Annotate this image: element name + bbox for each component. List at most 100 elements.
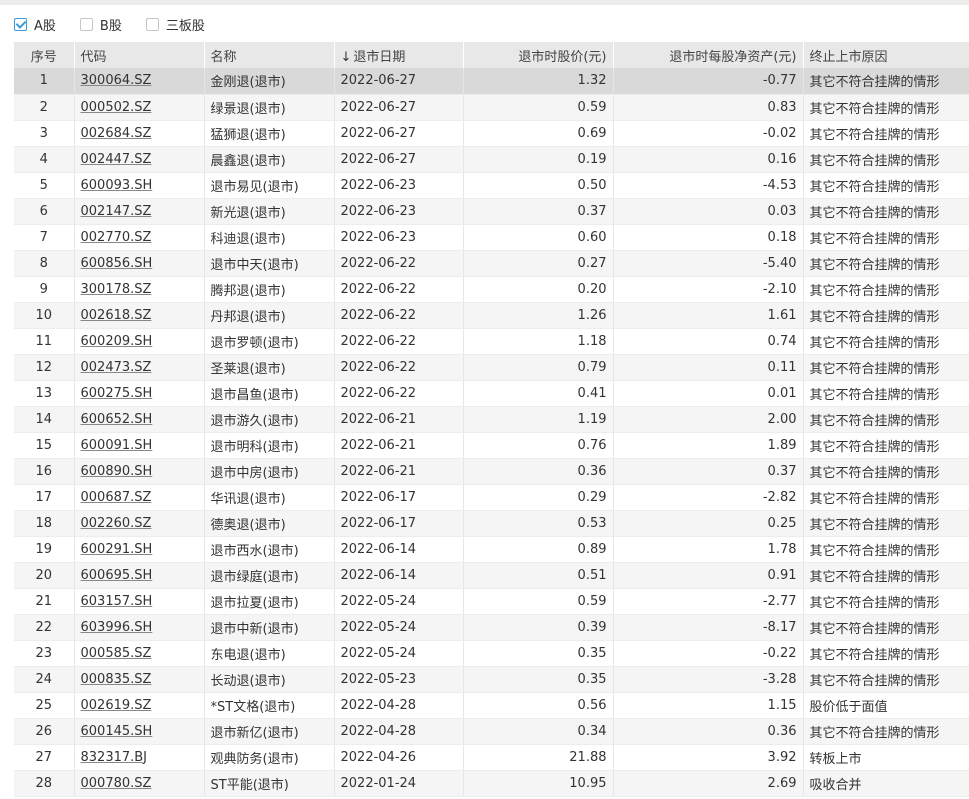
table-row[interactable]: 12 002473.SZ 圣莱退(退市) 2022-06-22 0.79 0.11 其它不符… xyxy=(14,354,969,381)
cell-price: 0.39 xyxy=(463,614,614,641)
table-row[interactable]: 9 300178.SZ 腾邦退(退市) 2022-06-22 0.20 -2.10 其它不符… xyxy=(14,276,969,303)
cell-nav: 0.03 xyxy=(613,198,804,225)
cell-date: 2022-05-24 xyxy=(334,614,464,641)
table-row[interactable]: 18 002260.SZ 德奥退(退市) 2022-06-17 0.53 0.25 其它不符… xyxy=(14,510,969,537)
stock-code-link[interactable]: 002447.SZ xyxy=(81,152,152,167)
stock-code-link[interactable]: 002473.SZ xyxy=(81,360,152,375)
header-date[interactable]: ↓ 退市日期 xyxy=(334,42,464,68)
stock-code-link[interactable]: 000780.SZ xyxy=(81,776,152,791)
cell-nav: -0.02 xyxy=(613,120,804,147)
table-row[interactable]: 20 600695.SH 退市绿庭(退市) 2022-06-14 0.51 0.91 其它不… xyxy=(14,562,969,589)
table-row[interactable]: 5 600093.SH 退市易见(退市) 2022-06-23 0.50 -4.53 其它不… xyxy=(14,172,969,199)
cell-price: 0.76 xyxy=(463,432,614,459)
table-row[interactable]: 13 600275.SH 退市昌鱼(退市) 2022-06-22 0.41 0.01 其它不… xyxy=(14,380,969,407)
header-seq[interactable]: 序号 xyxy=(14,42,75,68)
cell-code: 002684.SZ xyxy=(74,120,205,147)
table-row[interactable]: 11 600209.SH 退市罗顿(退市) 2022-06-22 1.18 0.74 其它不… xyxy=(14,328,969,355)
stock-code-link[interactable]: 000585.SZ xyxy=(81,646,152,661)
cell-date: 2022-06-23 xyxy=(334,224,464,251)
filter-neeq[interactable]: 三板股 xyxy=(145,15,205,34)
stock-code-link[interactable]: 002684.SZ xyxy=(81,126,152,141)
cell-code: 002473.SZ xyxy=(74,354,205,381)
table-row[interactable]: 25 002619.SZ *ST文格(退市) 2022-04-28 0.56 1.15 股价… xyxy=(14,692,969,719)
cell-code: 000687.SZ xyxy=(74,484,205,511)
stock-code-link[interactable]: 600275.SH xyxy=(81,386,153,401)
cell-code: 000502.SZ xyxy=(74,94,205,121)
table-row[interactable]: 7 002770.SZ 科迪退(退市) 2022-06-23 0.60 0.18 其它不符合… xyxy=(14,224,969,251)
cell-name: 晨鑫退(退市) xyxy=(204,146,335,173)
stock-code-link[interactable]: 002618.SZ xyxy=(81,308,152,323)
cell-nav: -5.40 xyxy=(613,250,804,277)
cell-seq: 18 xyxy=(14,510,75,537)
table-row[interactable]: 14 600652.SH 退市游久(退市) 2022-06-21 1.19 2.00 其它不… xyxy=(14,406,969,433)
table-row[interactable]: 16 600890.SH 退市中房(退市) 2022-06-21 0.36 0.37 其它不… xyxy=(14,458,969,485)
table-row[interactable]: 21 603157.SH 退市拉夏(退市) 2022-05-24 0.59 -2.77 其它… xyxy=(14,588,969,615)
cell-seq: 3 xyxy=(14,120,75,147)
stock-code-link[interactable]: 600890.SH xyxy=(81,464,153,479)
cell-name: 丹邦退(退市) xyxy=(204,302,335,329)
table-row[interactable]: 17 000687.SZ 华讯退(退市) 2022-06-17 0.29 -2.82 其它不… xyxy=(14,484,969,511)
cell-date: 2022-06-27 xyxy=(334,68,464,95)
table-row[interactable]: 2 000502.SZ 绿景退(退市) 2022-06-27 0.59 0.83 其它不符合… xyxy=(14,94,969,121)
stock-code-link[interactable]: 603996.SH xyxy=(81,620,153,635)
stock-code-link[interactable]: 600856.SH xyxy=(81,256,153,271)
stock-code-link[interactable]: 600695.SH xyxy=(81,568,153,583)
checkbox-b-share[interactable] xyxy=(79,17,93,31)
table-row[interactable]: 15 600091.SH 退市明科(退市) 2022-06-21 0.76 1.89 其它不… xyxy=(14,432,969,459)
filter-a-share[interactable]: A股 xyxy=(14,15,56,34)
table-row[interactable]: 28 000780.SZ ST平能(退市) 2022-01-24 10.95 2.69 吸收… xyxy=(14,770,969,797)
checkbox-neeq[interactable] xyxy=(145,17,159,31)
stock-code-link[interactable]: 600652.SH xyxy=(81,412,153,427)
table-row[interactable]: 23 000585.SZ 东电退(退市) 2022-05-24 0.35 -0.22 其它不… xyxy=(14,640,969,667)
stock-code-link[interactable]: 600209.SH xyxy=(81,334,153,349)
header-reason[interactable]: 终止上市原因 xyxy=(803,42,969,68)
filter-b-share[interactable]: B股 xyxy=(79,15,122,34)
cell-name: ST平能(退市) xyxy=(204,770,335,797)
stock-code-link[interactable]: 603157.SH xyxy=(81,594,153,609)
stock-code-link[interactable]: 300178.SZ xyxy=(81,282,152,297)
stock-code-link[interactable]: 600093.SH xyxy=(81,178,153,193)
cell-price: 0.37 xyxy=(463,198,614,225)
cell-nav: 0.37 xyxy=(613,458,804,485)
cell-reason: 其它不符合挂牌的情形 xyxy=(803,614,969,641)
cell-date: 2022-05-24 xyxy=(334,640,464,667)
stock-code-link[interactable]: 300064.SZ xyxy=(81,73,152,88)
table-row[interactable]: 27 832317.BJ 观典防务(退市) 2022-04-26 21.88 3.92 转板… xyxy=(14,744,969,771)
table-row[interactable]: 10 002618.SZ 丹邦退(退市) 2022-06-22 1.26 1.61 其它不符… xyxy=(14,302,969,329)
stock-code-link[interactable]: 832317.BJ xyxy=(81,750,148,765)
cell-code: 832317.BJ xyxy=(74,744,205,771)
stock-code-link[interactable]: 600091.SH xyxy=(81,438,153,453)
cell-code: 603996.SH xyxy=(74,614,205,641)
header-code[interactable]: 代码 xyxy=(74,42,205,68)
cell-date: 2022-06-17 xyxy=(334,484,464,511)
stock-code-link[interactable]: 600145.SH xyxy=(81,724,153,739)
cell-code: 002260.SZ xyxy=(74,510,205,537)
cell-code: 002447.SZ xyxy=(74,146,205,173)
table-row[interactable]: 4 002447.SZ 晨鑫退(退市) 2022-06-27 0.19 0.16 其它不符合… xyxy=(14,146,969,173)
table-row[interactable]: 19 600291.SH 退市西水(退市) 2022-06-14 0.89 1.78 其它不… xyxy=(14,536,969,563)
stock-code-link[interactable]: 002619.SZ xyxy=(81,698,152,713)
cell-price: 0.69 xyxy=(463,120,614,147)
header-name[interactable]: 名称 xyxy=(204,42,335,68)
stock-code-link[interactable]: 002147.SZ xyxy=(81,204,152,219)
cell-nav: -2.82 xyxy=(613,484,804,511)
stock-code-link[interactable]: 000835.SZ xyxy=(81,672,152,687)
header-price[interactable]: 退市时股价(元) xyxy=(463,42,614,68)
cell-date: 2022-06-27 xyxy=(334,94,464,121)
table-row[interactable]: 6 002147.SZ 新光退(退市) 2022-06-23 0.37 0.03 其它不符合… xyxy=(14,198,969,225)
table-row[interactable]: 22 603996.SH 退市中新(退市) 2022-05-24 0.39 -8.17 其它… xyxy=(14,614,969,641)
table-row[interactable]: 3 002684.SZ 猛狮退(退市) 2022-06-27 0.69 -0.02 其它不符… xyxy=(14,120,969,147)
stock-code-link[interactable]: 000502.SZ xyxy=(81,100,152,115)
checkbox-a-share[interactable] xyxy=(14,17,27,31)
stock-code-link[interactable]: 600291.SH xyxy=(81,542,153,557)
table-row[interactable]: 24 000835.SZ 长动退(退市) 2022-05-23 0.35 -3.28 其它不… xyxy=(14,666,969,693)
cell-date: 2022-06-27 xyxy=(334,120,464,147)
stock-code-link[interactable]: 000687.SZ xyxy=(81,490,152,505)
table-row[interactable]: 26 600145.SH 退市新亿(退市) 2022-04-28 0.34 0.36 其它不… xyxy=(14,718,969,745)
stock-code-link[interactable]: 002260.SZ xyxy=(81,516,152,531)
stock-code-link[interactable]: 002770.SZ xyxy=(81,230,152,245)
cell-reason: 其它不符合挂牌的情形 xyxy=(803,224,969,251)
table-row[interactable]: 8 600856.SH 退市中天(退市) 2022-06-22 0.27 -5.40 其它不… xyxy=(14,250,969,277)
table-row[interactable]: 1 300064.SZ 金刚退(退市) 2022-06-27 1.32 -0.77 其它不符… xyxy=(14,68,969,95)
header-nav[interactable]: 退市时每股净资产(元) xyxy=(613,42,804,68)
